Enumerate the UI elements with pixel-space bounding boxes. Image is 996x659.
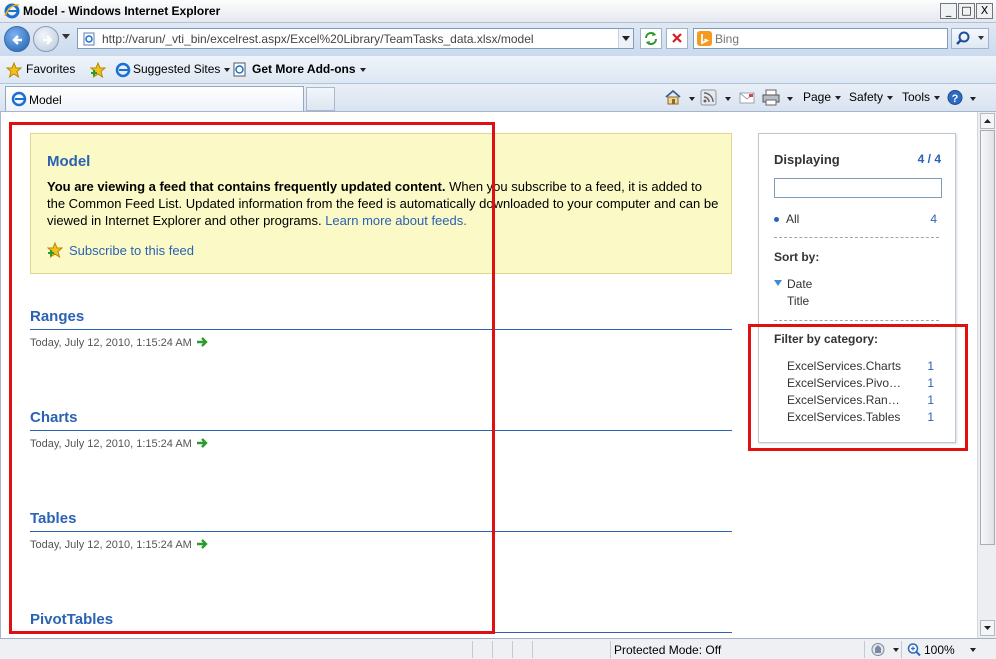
status-divider	[472, 641, 473, 658]
page-menu[interactable]: Page	[803, 90, 842, 104]
filter-all-label: All	[786, 212, 800, 226]
feeds-icon[interactable]	[700, 89, 718, 106]
protected-mode-status[interactable]: Protected Mode: Off	[614, 643, 721, 657]
stop-button[interactable]	[666, 28, 688, 49]
favorites-button[interactable]: Favorites	[26, 62, 75, 76]
restore-button[interactable]: □	[958, 3, 975, 19]
sort-by-date[interactable]: Date	[773, 277, 812, 291]
safety-menu[interactable]: Safety	[849, 90, 894, 104]
window-title: Model - Windows Internet Explorer	[23, 4, 221, 18]
page-menu-label: Page	[803, 90, 832, 104]
forward-button[interactable]	[33, 26, 59, 52]
recent-pages-dropdown-icon[interactable]	[62, 34, 70, 39]
internet-explorer-icon	[4, 3, 20, 19]
tab-label: Model	[29, 93, 62, 107]
minimize-button[interactable]: _	[940, 3, 957, 19]
forward-arrow-icon	[43, 35, 53, 45]
chevron-down-icon	[224, 67, 231, 72]
status-divider	[864, 641, 865, 658]
security-zone-icon[interactable]	[870, 642, 886, 657]
back-button[interactable]	[4, 26, 30, 52]
sort-by-heading: Sort by:	[774, 250, 820, 264]
filter-search-input[interactable]	[774, 178, 942, 198]
highlight-box-categories	[748, 324, 968, 451]
displaying-count: 4 / 4	[917, 152, 941, 166]
status-divider	[610, 641, 611, 658]
zone-dropdown-icon[interactable]	[893, 648, 899, 652]
address-url[interactable]: http://varun/_vti_bin/excelrest.aspx/Exc…	[102, 32, 534, 46]
search-button[interactable]	[951, 28, 989, 49]
filter-all[interactable]: All	[774, 212, 799, 226]
svg-text:?: ?	[952, 93, 959, 105]
status-divider	[512, 641, 513, 658]
displaying-label: Displaying	[774, 152, 840, 167]
status-divider	[532, 641, 533, 658]
favorites-star-icon	[6, 62, 22, 78]
zoom-dropdown-icon[interactable]	[970, 648, 976, 652]
divider	[774, 237, 939, 238]
add-to-favorites-bar-icon[interactable]	[90, 62, 106, 78]
chevron-down-icon	[887, 95, 894, 100]
addons-page-icon	[233, 62, 246, 77]
new-tab-button[interactable]	[306, 87, 335, 111]
vertical-scrollbar[interactable]	[977, 112, 996, 638]
chevron-down-icon	[984, 626, 991, 630]
favorites-bar: Favorites Suggested Sites Get More Add-o…	[0, 56, 996, 84]
tools-menu-label: Tools	[902, 90, 931, 104]
sort-by-title[interactable]: Title	[787, 294, 809, 308]
scroll-thumb[interactable]	[980, 130, 995, 545]
highlight-box-entries	[9, 122, 495, 634]
magnifier-icon	[956, 31, 984, 45]
status-divider	[492, 641, 493, 658]
chevron-down-icon	[359, 67, 366, 72]
status-divider	[901, 641, 902, 658]
title-bar: Model - Windows Internet Explorer _ □ X	[0, 0, 996, 23]
home-dropdown-icon[interactable]	[689, 97, 695, 101]
refresh-button[interactable]	[640, 28, 662, 49]
ie-tab-icon	[11, 91, 27, 107]
selected-dot-icon	[774, 217, 779, 223]
zoom-icon[interactable]	[906, 642, 922, 657]
print-icon[interactable]	[762, 89, 780, 106]
suggested-sites-link[interactable]: Suggested Sites	[133, 62, 231, 76]
help-dropdown-icon[interactable]	[970, 97, 976, 101]
address-toolbar: http://varun/_vti_bin/excelrest.aspx/Exc…	[0, 23, 996, 56]
get-more-addons-link[interactable]: Get More Add-ons	[252, 62, 366, 76]
scroll-down-button[interactable]	[980, 620, 995, 636]
ie-page-icon	[115, 62, 131, 78]
help-icon[interactable]: ?	[946, 89, 964, 106]
zoom-level[interactable]: 100%	[924, 643, 955, 657]
feeds-dropdown-icon[interactable]	[725, 97, 731, 101]
back-arrow-icon	[12, 35, 22, 45]
stop-icon	[672, 33, 682, 43]
mail-icon[interactable]	[738, 89, 756, 106]
search-box[interactable]	[693, 28, 948, 49]
status-bar: Protected Mode: Off 100%	[0, 638, 996, 659]
get-more-addons-label: Get More Add-ons	[252, 62, 356, 76]
command-bar: Model Page Safety Tools ?	[0, 84, 996, 112]
page-icon	[83, 32, 95, 46]
search-input[interactable]	[715, 31, 943, 46]
feed-page: Model You are viewing a feed that contai…	[0, 112, 977, 638]
chevron-down-icon	[934, 95, 941, 100]
close-window-button[interactable]: X	[976, 3, 993, 19]
home-icon[interactable]	[664, 89, 682, 106]
suggested-sites-label: Suggested Sites	[133, 62, 221, 76]
filter-all-count: 4	[930, 212, 937, 226]
divider	[774, 320, 939, 321]
bing-icon	[697, 31, 712, 46]
scroll-up-button[interactable]	[980, 113, 995, 129]
chevron-up-icon	[984, 119, 991, 123]
address-bar[interactable]: http://varun/_vti_bin/excelrest.aspx/Exc…	[77, 28, 634, 49]
print-dropdown-icon[interactable]	[787, 97, 793, 101]
refresh-icon	[645, 32, 657, 45]
address-dropdown-icon[interactable]	[618, 29, 633, 48]
tools-menu[interactable]: Tools	[902, 90, 941, 104]
chevron-down-icon	[835, 95, 842, 100]
tab-model[interactable]: Model	[5, 86, 304, 111]
safety-menu-label: Safety	[849, 90, 884, 104]
